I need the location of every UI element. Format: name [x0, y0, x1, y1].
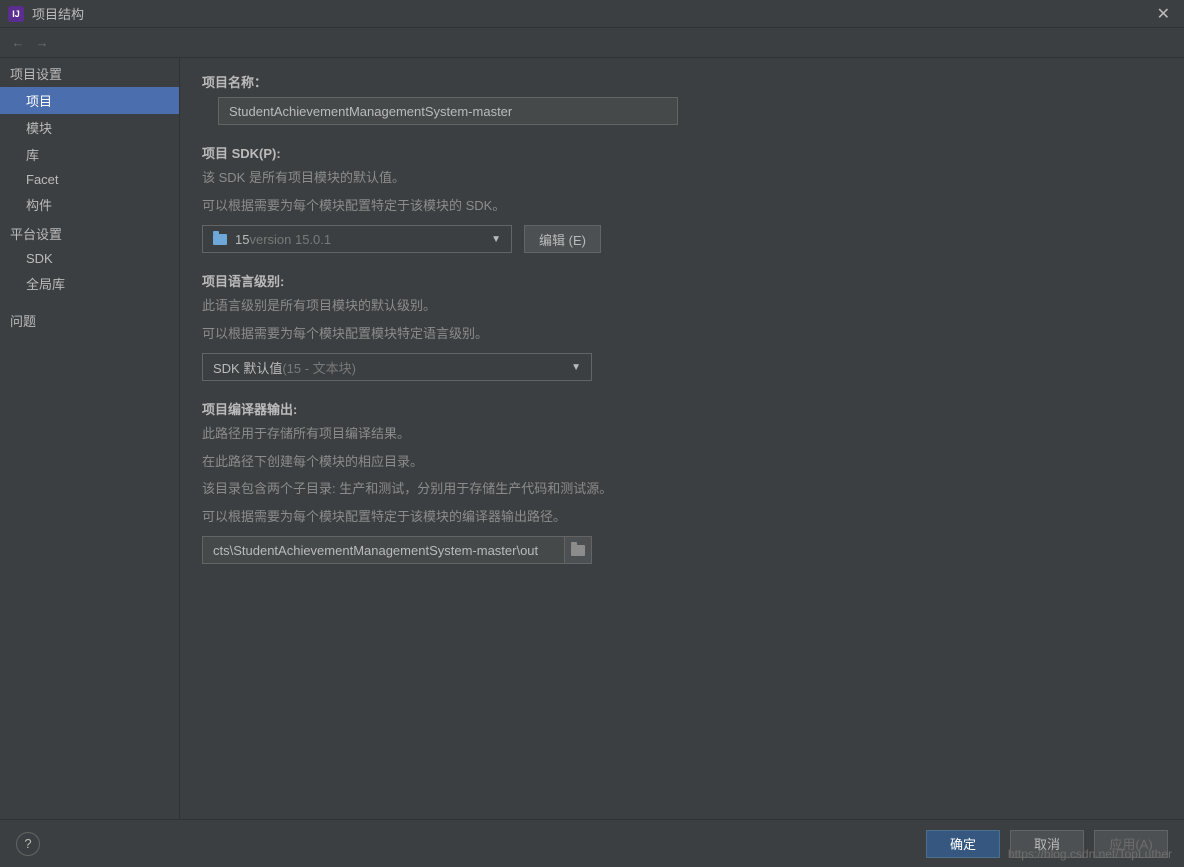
sidebar-item-modules[interactable]: 模块: [0, 114, 179, 141]
language-level-hint: (15 - 文本块): [282, 358, 356, 377]
title-bar: IJ 项目结构 ✕: [0, 0, 1184, 28]
compiler-output-input[interactable]: [202, 536, 564, 564]
language-level-selected: SDK 默认值: [213, 358, 282, 377]
back-arrow-icon[interactable]: ←: [8, 33, 28, 53]
language-level-combobox[interactable]: SDK 默认值 (15 - 文本块) ▼: [202, 353, 592, 381]
sidebar-item-artifacts[interactable]: 构件: [0, 191, 179, 218]
footer-bar: ? 确定 取消 应用(A): [0, 819, 1184, 867]
sdk-selected-version: version 15.0.1: [249, 232, 331, 247]
app-icon: IJ: [8, 6, 24, 22]
language-level-label: 项目语言级别:: [202, 271, 1162, 290]
sidebar-item-facet[interactable]: Facet: [0, 168, 179, 191]
forward-arrow-icon[interactable]: →: [32, 33, 52, 53]
language-level-desc2: 可以根据需要为每个模块配置模块特定语言级别。: [202, 324, 1162, 344]
folder-icon: [571, 545, 585, 556]
compiler-output-desc1: 此路径用于存储所有项目编译结果。: [202, 424, 1162, 444]
sidebar-section-project-settings: 项目设置: [0, 58, 179, 87]
sdk-folder-icon: [213, 234, 227, 245]
chevron-down-icon: ▼: [571, 362, 581, 373]
language-level-desc1: 此语言级别是所有项目模块的默认级别。: [202, 296, 1162, 316]
sidebar: 项目设置 项目 模块 库 Facet 构件 平台设置 SDK 全局库 问题: [0, 58, 180, 819]
sdk-selected-name: 15: [235, 232, 249, 247]
compiler-output-desc4: 可以根据需要为每个模块配置特定于该模块的编译器输出路径。: [202, 507, 1162, 527]
chevron-down-icon: ▼: [491, 234, 501, 245]
project-sdk-combobox[interactable]: 15 version 15.0.1 ▼: [202, 225, 512, 253]
help-icon[interactable]: ?: [16, 832, 40, 856]
edit-sdk-button[interactable]: 编辑 (E): [524, 225, 601, 253]
project-name-label: 项目名称：: [202, 72, 1162, 91]
project-sdk-label: 项目 SDK(P):: [202, 143, 1162, 162]
compiler-output-label: 项目编译器输出:: [202, 399, 1162, 418]
sidebar-item-sdk[interactable]: SDK: [0, 247, 179, 270]
sidebar-item-global-libraries[interactable]: 全局库: [0, 270, 179, 297]
close-icon[interactable]: ✕: [1151, 4, 1176, 24]
project-sdk-desc1: 该 SDK 是所有项目模块的默认值。: [202, 168, 1162, 188]
project-name-input[interactable]: [218, 97, 678, 125]
ok-button[interactable]: 确定: [926, 830, 1000, 858]
compiler-output-desc3: 该目录包含两个子目录: 生产和测试，分别用于存储生产代码和测试源。: [202, 479, 1162, 499]
window-title: 项目结构: [32, 4, 1151, 23]
sidebar-section-platform-settings: 平台设置: [0, 218, 179, 247]
watermark-text: https://blog.csdn.net/TopLuther: [1008, 847, 1172, 861]
sidebar-item-problems[interactable]: 问题: [0, 307, 179, 334]
compiler-output-desc2: 在此路径下创建每个模块的相应目录。: [202, 452, 1162, 472]
project-sdk-desc2: 可以根据需要为每个模块配置特定于该模块的 SDK。: [202, 196, 1162, 216]
content-area: 项目名称： 项目 SDK(P): 该 SDK 是所有项目模块的默认值。 可以根据…: [180, 58, 1184, 819]
nav-bar: ← →: [0, 28, 1184, 58]
browse-button[interactable]: [564, 536, 592, 564]
sidebar-item-libraries[interactable]: 库: [0, 141, 179, 168]
sidebar-item-project[interactable]: 项目: [0, 87, 179, 114]
